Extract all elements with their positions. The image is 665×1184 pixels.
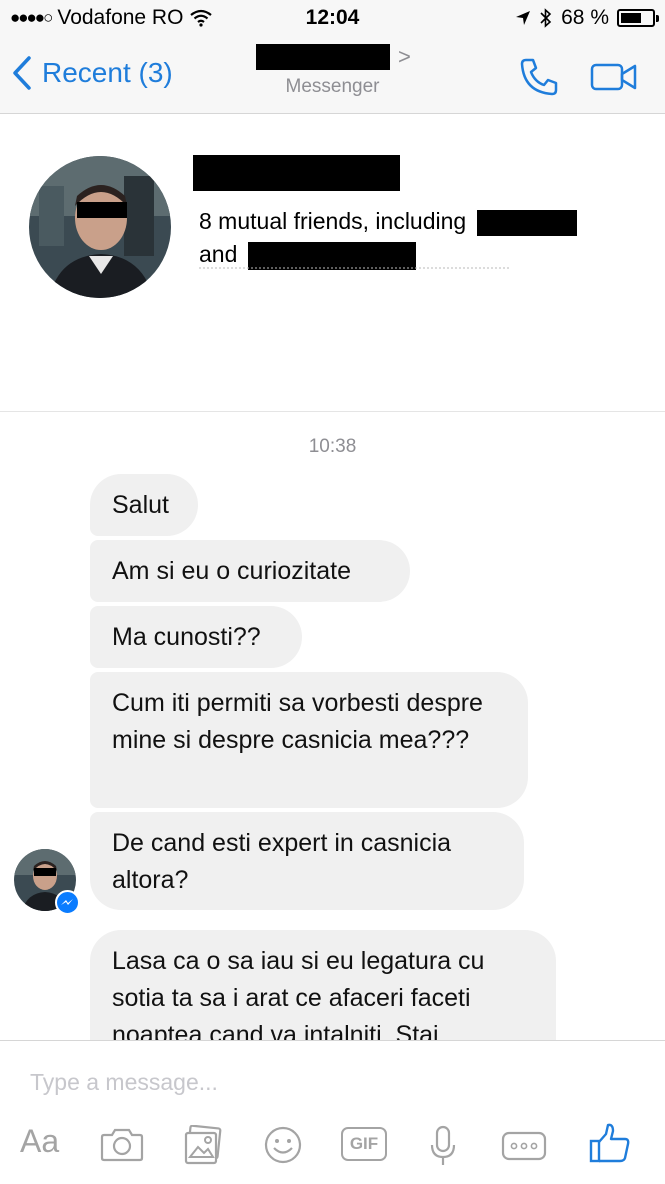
text-format-icon[interactable]: Aa — [20, 1123, 59, 1160]
contact-name-redacted — [193, 155, 400, 191]
contact-avatar[interactable] — [29, 156, 171, 298]
chevron-right-icon: > — [398, 44, 411, 69]
phone-call-icon[interactable] — [518, 56, 560, 98]
header-subtitle: Messenger — [285, 76, 380, 97]
gif-icon[interactable]: GIF — [341, 1127, 387, 1161]
contact-profile-header: 8 mutual friends, including and — [0, 115, 665, 412]
message-bubble[interactable]: Am si eu o curiozitate — [90, 540, 410, 602]
battery-percent: 68 % — [561, 6, 609, 29]
lightning-icon — [61, 899, 73, 905]
status-bar: ●●●●○ Vodafone RO 12:04 68 % — [0, 0, 665, 38]
conversation-header: Recent (3) > Messenger — [0, 38, 665, 114]
redacted-friend-name — [247, 241, 416, 270]
video-call-icon[interactable] — [590, 62, 638, 92]
redacted-friend-name — [476, 209, 577, 236]
avatar-photo — [29, 156, 171, 298]
message-bubble[interactable]: Salut — [90, 474, 198, 536]
message-timestamp: 10:38 — [308, 436, 357, 457]
location-arrow-icon — [516, 11, 531, 25]
messenger-badge-icon — [55, 890, 80, 915]
mutual-friends-text: 8 mutual friends, including and — [199, 205, 629, 271]
contact-name-redacted[interactable] — [256, 44, 390, 70]
message-composer: Aa GIF — [0, 1040, 665, 1184]
camera-icon[interactable] — [100, 1125, 144, 1163]
mutual-friends-label: 8 mutual friends, including — [199, 208, 467, 234]
microphone-icon[interactable] — [428, 1125, 458, 1167]
message-bubble[interactable]: De cand esti expert in casnicia altora? — [90, 812, 524, 910]
bluetooth-icon — [540, 8, 552, 28]
more-icon[interactable] — [501, 1131, 547, 1161]
like-icon[interactable] — [588, 1121, 632, 1165]
faded-subtext — [199, 267, 509, 275]
message-input[interactable] — [30, 1069, 590, 1096]
message-bubble[interactable]: Cum iti permiti sa vorbesti despre mine … — [90, 672, 528, 808]
battery-fill — [621, 13, 642, 23]
composer-toolbar: Aa GIF — [0, 1121, 665, 1171]
message-bubble[interactable]: Ma cunosti?? — [90, 606, 302, 668]
mutual-friends-and: and — [199, 241, 238, 267]
battery-icon — [617, 9, 659, 27]
emoji-icon[interactable] — [263, 1125, 303, 1165]
status-right: 68 % — [515, 6, 659, 30]
photo-icon[interactable] — [183, 1125, 223, 1165]
